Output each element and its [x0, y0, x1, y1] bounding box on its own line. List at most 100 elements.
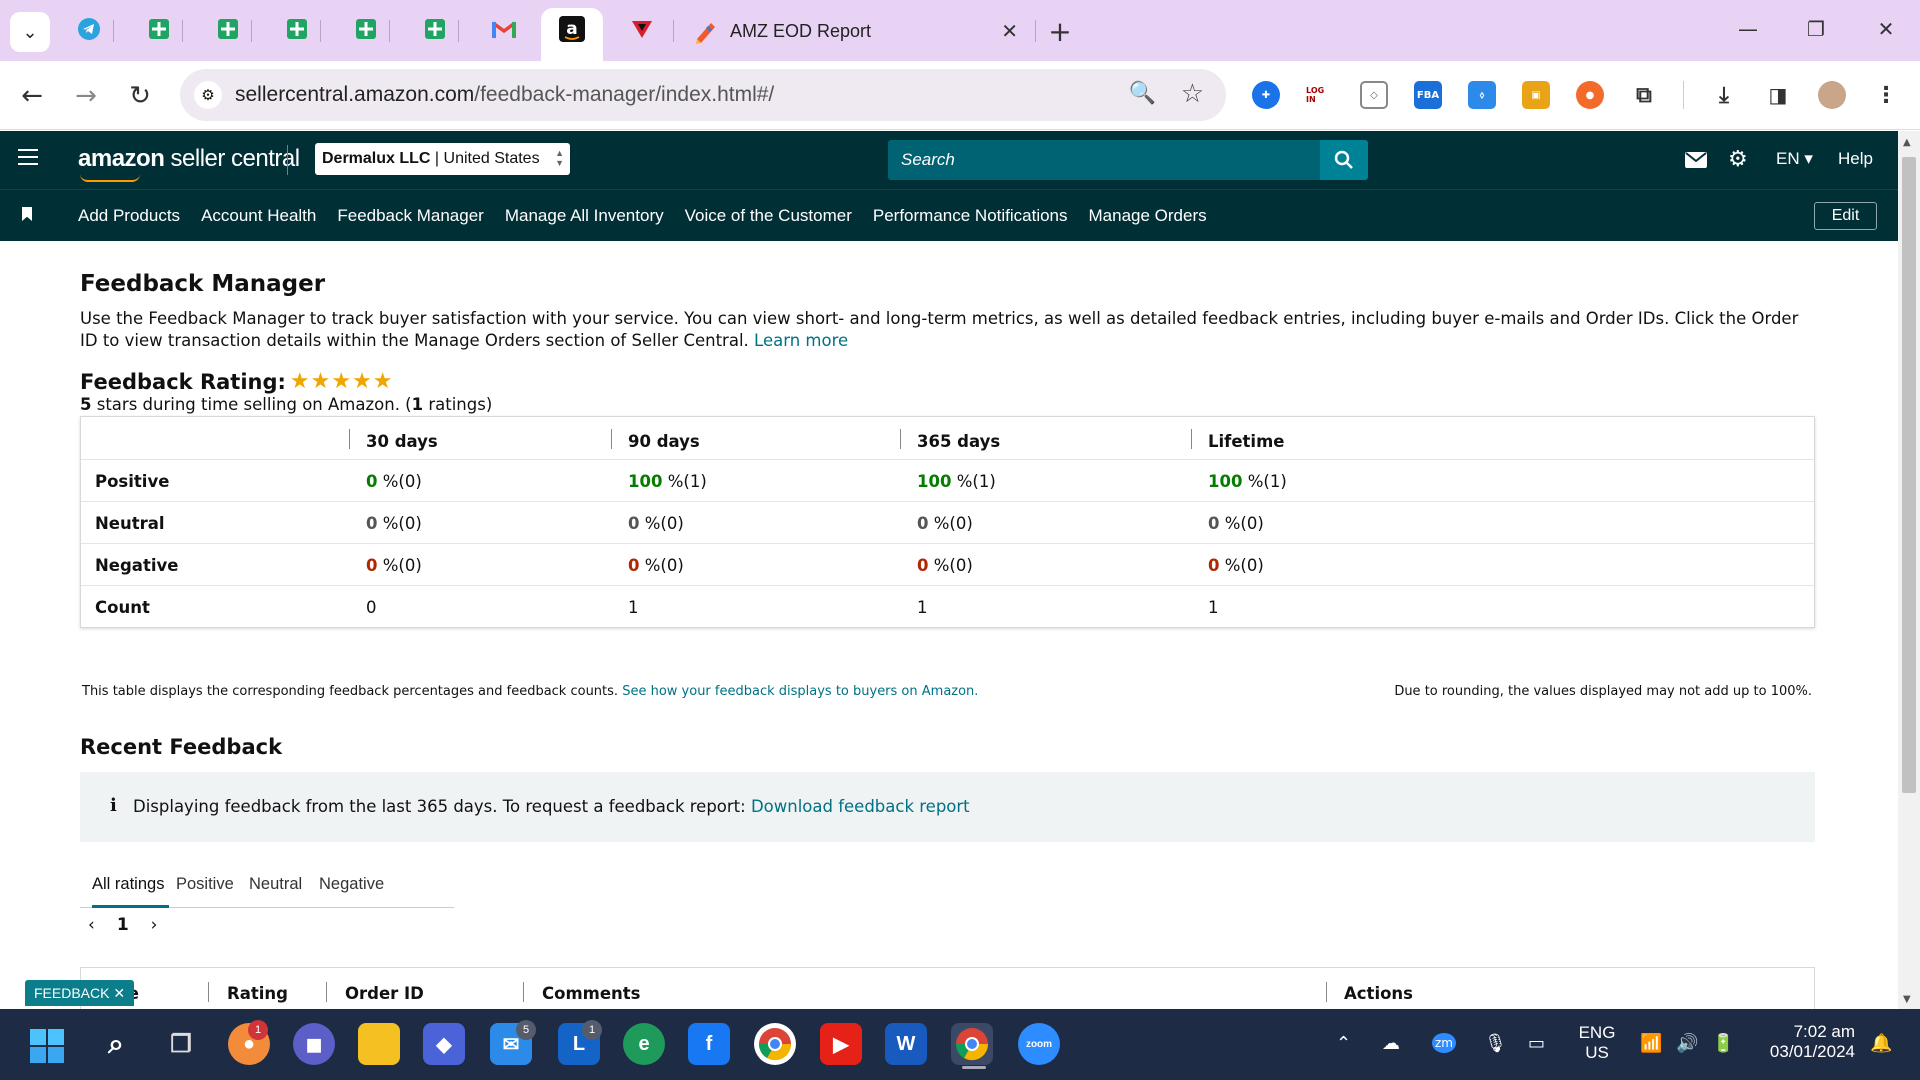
list-column-rating[interactable]: Rating: [227, 984, 288, 1003]
taskbar-search-icon[interactable]: ⌕: [95, 1023, 137, 1065]
close-tab-icon[interactable]: ✕: [1001, 19, 1018, 43]
browser-menu-icon[interactable]: ⋮: [1872, 81, 1900, 109]
extensions-puzzle-icon[interactable]: ⧉: [1630, 81, 1658, 109]
windows-start-icon[interactable]: [30, 1029, 64, 1063]
new-tab-button[interactable]: +: [1045, 14, 1075, 48]
teams-chat-icon[interactable]: ◼: [293, 1023, 335, 1065]
list-column-actions[interactable]: Actions: [1344, 984, 1413, 1003]
close-window-button[interactable]: ✕: [1866, 14, 1906, 44]
language-selector[interactable]: EN ▾: [1776, 149, 1813, 169]
tab-search-dropdown[interactable]: ⌄: [10, 12, 50, 52]
seller-central-logo[interactable]: amazon seller central: [78, 145, 300, 173]
next-page-chevron-icon[interactable]: ›: [151, 915, 158, 935]
reload-button[interactable]: ↻: [120, 76, 160, 116]
page-scrollbar[interactable]: ▲ ▼: [1898, 131, 1920, 1009]
account-selector[interactable]: Dermalux LLC | United States ▲ ▼: [315, 143, 570, 175]
forward-button[interactable]: →: [66, 76, 106, 116]
keyboard-layout-icon[interactable]: ▭: [1528, 1033, 1545, 1054]
red-arrow-tab[interactable]: [627, 14, 657, 44]
back-button[interactable]: ←: [12, 76, 52, 116]
feedback-widget-button[interactable]: FEEDBACK ✕: [25, 980, 135, 1006]
mail-icon[interactable]: [1685, 152, 1707, 168]
onedrive-icon[interactable]: ☁: [1382, 1033, 1400, 1054]
nav-link-manage-orders[interactable]: Manage Orders: [1089, 206, 1207, 226]
telegram-tab[interactable]: [74, 14, 104, 44]
extension-honey-icon[interactable]: ▣: [1522, 81, 1550, 109]
learn-more-link[interactable]: Learn more: [754, 331, 848, 350]
sheets-tab-3[interactable]: [282, 14, 312, 44]
volume-icon[interactable]: 🔊: [1676, 1033, 1698, 1054]
edge-icon[interactable]: e: [623, 1023, 665, 1065]
nav-link-add-products[interactable]: Add Products: [78, 206, 180, 226]
list-column-order-id[interactable]: Order ID: [345, 984, 424, 1003]
tab-amz-eod-report[interactable]: AMZ EOD Report ✕: [690, 14, 1030, 48]
side-panel-icon[interactable]: ◨: [1764, 81, 1792, 109]
tab-all-ratings[interactable]: All ratings: [92, 875, 164, 894]
help-link[interactable]: Help: [1838, 149, 1873, 169]
profile-avatar[interactable]: [1818, 81, 1846, 109]
input-language[interactable]: ENG US: [1575, 1023, 1619, 1063]
extension-tag-icon[interactable]: ⬨: [1468, 81, 1496, 109]
tray-chevron-up-icon[interactable]: ⌃: [1336, 1033, 1351, 1054]
amazon-tab[interactable]: a: [557, 14, 587, 44]
zoom-icon[interactable]: 🔍: [1129, 81, 1156, 106]
download-icon[interactable]: ⤓: [1710, 81, 1738, 109]
facebook-icon[interactable]: f: [688, 1023, 730, 1065]
settings-gear-icon[interactable]: ⚙: [1728, 147, 1748, 172]
minimize-button[interactable]: —: [1728, 14, 1768, 44]
extension-orange-icon[interactable]: ●: [1576, 81, 1604, 109]
notifications-bell-icon[interactable]: 🔔: [1870, 1033, 1892, 1054]
sheets-tab-5[interactable]: [420, 14, 450, 44]
page-number[interactable]: 1: [117, 915, 129, 935]
search-input[interactable]: [888, 140, 1320, 180]
restore-button[interactable]: ❐: [1796, 14, 1836, 44]
tab-positive[interactable]: Positive: [176, 875, 234, 894]
menu-icon[interactable]: [18, 149, 38, 165]
nav-link-voice-of-the-customer[interactable]: Voice of the Customer: [685, 206, 852, 226]
wifi-icon[interactable]: 📶: [1640, 1033, 1662, 1054]
extension-login-icon[interactable]: LOG IN: [1306, 81, 1334, 109]
clock[interactable]: 7:02 am 03/01/2024: [1755, 1022, 1855, 1062]
sheets-tab-2[interactable]: [213, 14, 243, 44]
copilot-icon[interactable]: ◆: [423, 1023, 465, 1065]
metric-cell: 1: [917, 598, 928, 617]
file-explorer-icon[interactable]: [358, 1023, 400, 1065]
nav-link-account-health[interactable]: Account Health: [201, 206, 316, 226]
sheets-tab-1[interactable]: [144, 14, 174, 44]
sheets-tab-4[interactable]: [351, 14, 381, 44]
scroll-thumb[interactable]: [1902, 157, 1916, 793]
search-button[interactable]: [1320, 140, 1368, 180]
extension-cube-icon[interactable]: ◇: [1360, 81, 1388, 109]
nav-link-feedback-manager[interactable]: Feedback Manager: [337, 206, 483, 226]
zoom-tray-icon[interactable]: zm: [1432, 1033, 1456, 1053]
edit-nav-button[interactable]: Edit: [1814, 202, 1877, 230]
address-bar[interactable]: ⚙ sellercentral.amazon.com/feedback-mana…: [180, 69, 1226, 121]
tab-neutral[interactable]: Neutral: [249, 875, 302, 894]
gmail-tab[interactable]: [489, 14, 519, 44]
sheets-plus-icon: [425, 19, 445, 39]
bookmark-star-icon[interactable]: ☆: [1181, 79, 1204, 109]
nav-link-performance-notifications[interactable]: Performance Notifications: [873, 206, 1068, 226]
feedback-metrics-table: 30 days 90 days 365 days Lifetime Positive 0 …: [80, 416, 1815, 628]
extension-fba-icon[interactable]: FBA: [1414, 81, 1442, 109]
word-icon[interactable]: W: [885, 1023, 927, 1065]
battery-icon[interactable]: 🔋: [1712, 1033, 1734, 1054]
tab-negative[interactable]: Negative: [319, 875, 384, 894]
scroll-down-arrow-icon[interactable]: ▼: [1903, 994, 1911, 1005]
download-feedback-report-link[interactable]: Download feedback report: [751, 797, 970, 816]
extension-blue-icon[interactable]: ✚: [1252, 81, 1280, 109]
nav-link-manage-all-inventory[interactable]: Manage All Inventory: [505, 206, 664, 226]
feedback-display-link[interactable]: See how your feedback displays to buyers…: [622, 684, 978, 699]
search-box[interactable]: [888, 140, 1320, 180]
url-text[interactable]: sellercentral.amazon.com/feedback-manage…: [235, 83, 774, 107]
site-info-icon[interactable]: ⚙: [194, 81, 222, 109]
list-column-comments[interactable]: Comments: [542, 984, 640, 1003]
microphone-icon[interactable]: 🎙: [1484, 1033, 1507, 1054]
chrome-icon-1[interactable]: [754, 1023, 796, 1065]
youtube-icon[interactable]: ▶: [820, 1023, 862, 1065]
prev-page-chevron-icon[interactable]: ‹: [88, 915, 95, 935]
chrome-icon-active[interactable]: [951, 1023, 993, 1065]
zoom-app-icon[interactable]: zoom: [1018, 1023, 1060, 1065]
task-view-icon[interactable]: ❐: [160, 1023, 202, 1065]
scroll-up-arrow-icon[interactable]: ▲: [1903, 137, 1911, 148]
